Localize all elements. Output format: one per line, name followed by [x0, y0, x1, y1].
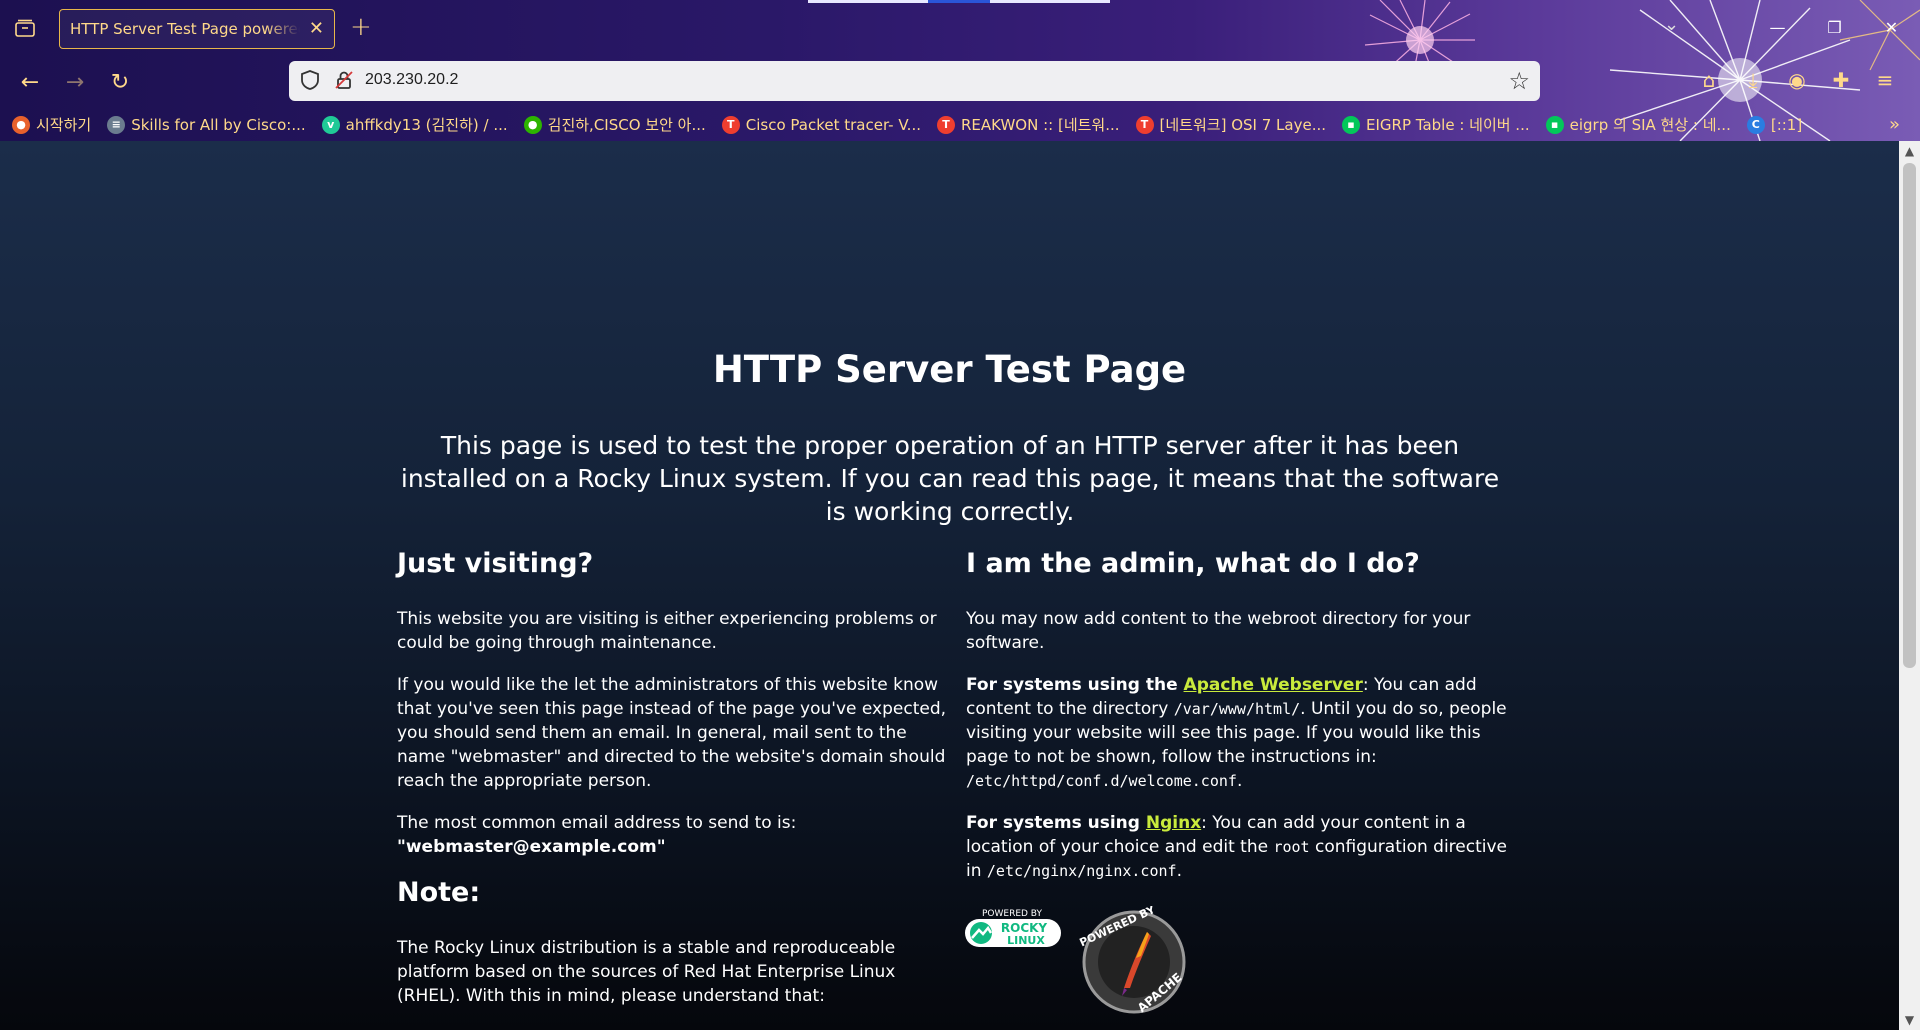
bookmark-favicon-icon: ≡	[107, 115, 126, 134]
account-icon[interactable]: ◉	[1783, 66, 1811, 94]
bookmark-label: [::1]	[1770, 115, 1803, 134]
bookmark-label: 시작하기	[36, 116, 92, 134]
bookmark-label: EIGRP Table : 네이버 ...	[1366, 116, 1530, 134]
bookmark-item[interactable]: ▪ eigrp 의 SIA 현상 : 네...	[1545, 114, 1731, 135]
linux-logo-text: LINUX	[1007, 934, 1045, 947]
rocky-logo-text: ROCKY	[1001, 921, 1048, 935]
apache-paragraph: For systems using the Apache Webserver: …	[966, 673, 1526, 793]
note-heading: Note:	[397, 877, 481, 908]
downloads-icon[interactable]: ⤓	[1739, 66, 1767, 94]
visitor-paragraph-3: The most common email address to send to…	[397, 811, 953, 859]
bookmark-favicon-icon: ▪	[1342, 115, 1360, 134]
tab-close-icon[interactable]: ✕	[309, 19, 324, 39]
extensions-icon[interactable]: ✚	[1827, 66, 1855, 94]
tab-title: HTTP Server Test Page powered by Rocky L…	[70, 20, 300, 38]
minimize-icon[interactable]: —	[1749, 0, 1806, 54]
chevron-down-icon[interactable]: ⌄	[1664, 14, 1679, 35]
bookmark-label: 김진하,CISCO 보안 아...	[547, 116, 706, 134]
back-icon[interactable]: ←	[16, 68, 44, 96]
scroll-down-icon[interactable]: ▼	[1899, 1010, 1920, 1030]
toolbar-icons: ⌂ ⤓ ◉ ✚ ≡	[1695, 66, 1899, 94]
insecure-lock-icon[interactable]	[333, 69, 357, 93]
forward-icon[interactable]: →	[61, 68, 89, 96]
close-window-icon[interactable]: ✕	[1863, 0, 1920, 54]
rocky-powered-by-text: POWERED BY	[982, 909, 1043, 919]
vertical-scrollbar[interactable]: ▲ ▼	[1899, 141, 1920, 1030]
bookmark-favicon-icon: T	[721, 115, 740, 134]
page-viewport: HTTP Server Test Page This page is used …	[0, 141, 1899, 1030]
pocket-icon[interactable]: ⌂	[1695, 66, 1723, 94]
bookmarks-bar: ● 시작하기 ≡ Skills for All by Cisco:... v ahffkd…	[0, 108, 1920, 141]
bookmark-favicon-icon: T	[1135, 115, 1154, 134]
window-controls: — ❐ ✕	[1749, 0, 1920, 54]
tab-strip: HTTP Server Test Page powered by Rocky L…	[0, 0, 1920, 56]
bookmark-item[interactable]: T Cisco Packet tracer- V...	[721, 115, 921, 134]
nginx-prefix: For systems using	[966, 813, 1146, 833]
nginx-conf-path: /etc/nginx/nginx.conf	[986, 862, 1177, 880]
page-title: HTTP Server Test Page	[712, 348, 1187, 391]
powered-by-logos: POWERED BY ROCKY LINUX POWERED BY APACHE	[965, 906, 1186, 1015]
bookmark-favicon-icon: T	[937, 115, 955, 134]
nav-bar: ← → ↻ 203.230.20.2 ☆ ⌂ ⤓ ◉ ✚ ≡	[0, 56, 1920, 108]
nginx-link[interactable]: Nginx	[1146, 813, 1201, 833]
bookmark-favicon-icon: C	[1746, 115, 1765, 134]
apache-prefix: For systems using the	[966, 675, 1184, 695]
admin-heading: I am the admin, what do I do?	[966, 548, 1420, 579]
url-bar[interactable]: 203.230.20.2 ☆	[289, 61, 1540, 101]
tab-list-icon[interactable]	[12, 16, 38, 40]
rocky-linux-logo[interactable]: POWERED BY ROCKY LINUX	[965, 909, 1061, 947]
bookmark-favicon-icon: v	[321, 115, 340, 134]
nginx-end: .	[1176, 861, 1182, 881]
bookmark-item[interactable]: T REAKWON :: [네트워...	[937, 114, 1120, 135]
visitor-column: Just visiting? This website you are visi…	[397, 548, 953, 1026]
scroll-up-icon[interactable]: ▲	[1899, 141, 1920, 161]
nginx-paragraph: For systems using Nginx: You can add you…	[966, 811, 1526, 883]
lead-text: This page is used to test the proper ope…	[400, 431, 1500, 526]
apache-end: .	[1236, 771, 1243, 791]
url-text[interactable]: 203.230.20.2	[365, 71, 458, 89]
tab-active[interactable]: HTTP Server Test Page powered by Rocky L…	[59, 9, 335, 49]
restore-icon[interactable]: ❐	[1806, 0, 1863, 54]
bookmark-favicon-icon: ▪	[1545, 115, 1564, 134]
visitor-paragraph-2: If you would like the let the administra…	[397, 675, 947, 791]
bookmark-star-icon[interactable]: ☆	[1508, 67, 1530, 95]
visitor-paragraph-1: This website you are visiting is either …	[397, 609, 937, 653]
bookmark-label: eigrp 의 SIA 현상 : 네...	[1569, 116, 1731, 134]
note-paragraph: The Rocky Linux distribution is a stable…	[397, 938, 896, 1006]
bookmark-label: Cisco Packet tracer- V...	[745, 115, 921, 134]
scroll-thumb[interactable]	[1903, 163, 1916, 668]
bookmark-label: ahffkdy13 (김진하) / ...	[345, 116, 508, 134]
bookmark-item[interactable]: ● 김진하,CISCO 보안 아...	[523, 114, 706, 135]
bookmark-item[interactable]: ● 시작하기	[12, 114, 91, 135]
bookmark-favicon-icon: ●	[12, 115, 30, 134]
bookmark-item[interactable]: T [네트워크] OSI 7 Laye...	[1135, 114, 1326, 135]
apache-webserver-link[interactable]: Apache Webserver	[1184, 675, 1363, 695]
bookmark-label: [네트워크] OSI 7 Laye...	[1159, 116, 1326, 134]
apache-webroot-path: /var/www/html/	[1173, 700, 1301, 718]
bookmark-item[interactable]: ≡ Skills for All by Cisco:...	[107, 115, 306, 134]
apache-logo[interactable]: POWERED BY APACHE	[1078, 906, 1186, 1015]
email-intro: The most common email address to send to…	[397, 813, 797, 833]
browser-chrome: HTTP Server Test Page powered by Rocky L…	[0, 0, 1920, 141]
admin-column: I am the admin, what do I do? You may no…	[966, 548, 1526, 901]
webmaster-email: "webmaster@example.com"	[397, 837, 666, 857]
visitor-heading: Just visiting?	[397, 548, 594, 579]
tracking-shield-icon[interactable]	[299, 69, 323, 93]
admin-paragraph-1: You may now add content to the webroot d…	[966, 609, 1471, 653]
bookmarks-overflow-icon[interactable]: »	[1889, 114, 1900, 135]
menu-icon[interactable]: ≡	[1871, 66, 1899, 94]
apache-welcome-conf-path: /etc/httpd/conf.d/welcome.conf	[966, 772, 1237, 790]
bookmark-item[interactable]: v ahffkdy13 (김진하) / ...	[321, 114, 508, 135]
nginx-root-directive: root	[1273, 838, 1310, 856]
bookmark-item[interactable]: C [::1]	[1746, 115, 1803, 134]
reload-icon[interactable]: ↻	[106, 68, 134, 96]
bookmark-favicon-icon: ●	[523, 115, 542, 134]
new-tab-icon[interactable]: +	[350, 12, 372, 42]
bookmark-item[interactable]: ▪ EIGRP Table : 네이버 ...	[1342, 114, 1530, 135]
bookmark-label: REAKWON :: [네트워...	[961, 116, 1120, 134]
bookmark-label: Skills for All by Cisco:...	[131, 115, 306, 134]
